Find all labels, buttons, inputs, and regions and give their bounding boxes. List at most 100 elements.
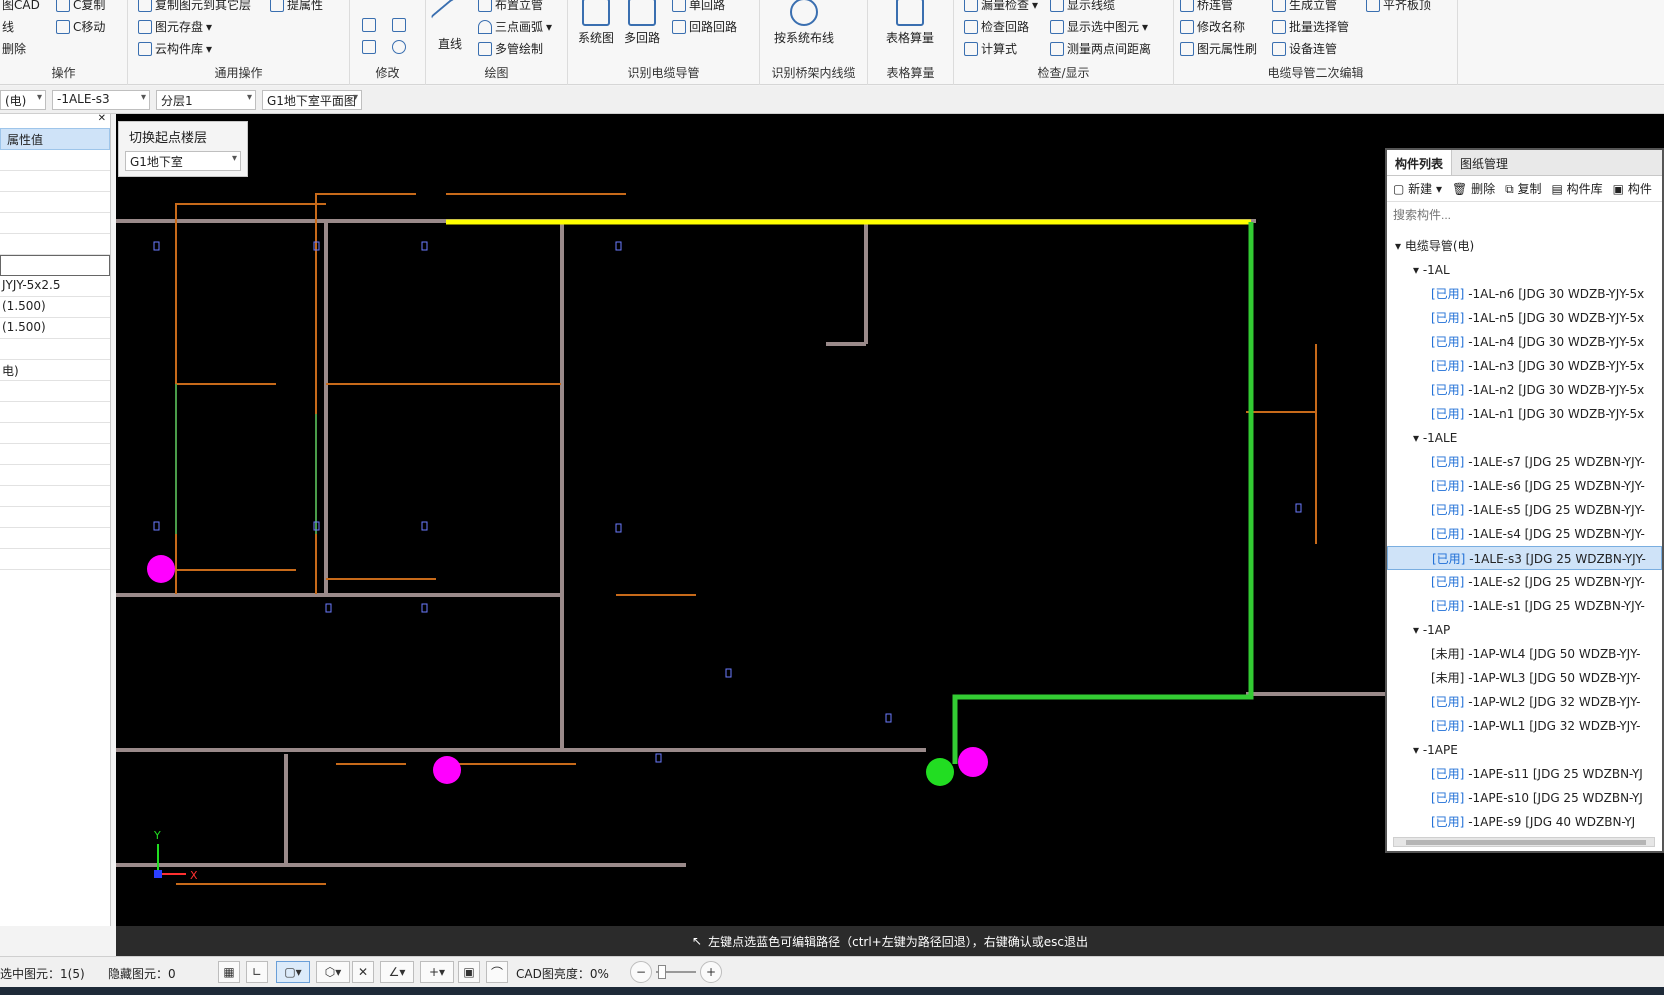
- tree-item[interactable]: [已用] -1AP-WL1 [JDG 32 WDZB-YJY-: [1387, 714, 1662, 738]
- magenta-node[interactable]: [958, 747, 988, 777]
- property-row[interactable]: [0, 444, 110, 465]
- single-circuit-button[interactable]: 单回路: [672, 0, 725, 13]
- copy-component-button[interactable]: ⧉ 复制: [1505, 180, 1541, 197]
- property-row[interactable]: [0, 507, 110, 528]
- property-row[interactable]: JYJY-5x2.5: [0, 276, 110, 297]
- component-library-button[interactable]: ▤ 构件库: [1552, 180, 1603, 197]
- tree-item[interactable]: [已用] -1APE-s10 [JDG 25 WDZBN-YJ: [1387, 786, 1662, 810]
- cloud-library-button[interactable]: 云构件库 ▾: [138, 40, 212, 57]
- device-symbol[interactable]: [421, 603, 428, 613]
- device-connect-button[interactable]: 设备连管: [1272, 40, 1337, 57]
- property-row[interactable]: [0, 150, 110, 171]
- conduit-path[interactable]: [175, 203, 326, 594]
- property-row[interactable]: [0, 234, 110, 255]
- scrollbar-thumb[interactable]: [1406, 840, 1646, 845]
- type-select[interactable]: (电): [0, 90, 46, 110]
- rename-button[interactable]: 修改名称: [1180, 18, 1245, 35]
- check-circuit-button[interactable]: 检查回路: [964, 18, 1029, 35]
- slider-thumb[interactable]: [658, 965, 666, 979]
- batch-select-pipe-button[interactable]: 批量选择管: [1272, 18, 1349, 35]
- delete-component-button[interactable]: 🗑 删除: [1452, 180, 1495, 197]
- property-row[interactable]: [0, 402, 110, 423]
- property-row[interactable]: [0, 255, 110, 276]
- move-tool-button[interactable]: [362, 18, 376, 32]
- property-row[interactable]: [0, 423, 110, 444]
- copy-button[interactable]: C复制: [56, 0, 105, 13]
- property-row[interactable]: [0, 528, 110, 549]
- brightness-slider[interactable]: [656, 965, 696, 979]
- device-symbol[interactable]: [153, 521, 160, 531]
- orange-conduits[interactable]: [175, 193, 1317, 885]
- select-mode-button[interactable]: ▢▾: [276, 961, 310, 983]
- formula-button[interactable]: 计算式: [964, 40, 1017, 57]
- property-row[interactable]: [0, 339, 110, 360]
- table-quantity-button[interactable]: 表格算量: [886, 0, 934, 46]
- multi-pipe-draw-button[interactable]: 多管绘制: [478, 40, 543, 57]
- show-selected-button[interactable]: 显示选中图元 ▾: [1050, 18, 1148, 35]
- drawing-select[interactable]: G1地下室平面图: [262, 90, 362, 110]
- rotate-tool-button[interactable]: [392, 40, 406, 54]
- trash-tool-button[interactable]: [362, 40, 376, 54]
- expand-arrow-icon[interactable]: ▾: [1413, 743, 1423, 757]
- system-routing-button[interactable]: 按系统布线: [774, 0, 834, 46]
- layer-select[interactable]: 分层1: [156, 90, 256, 110]
- move-button[interactable]: C移动: [56, 18, 105, 35]
- measure-distance-button[interactable]: 测量两点间距离: [1050, 40, 1151, 57]
- missing-check-button[interactable]: 漏量检查 ▾: [964, 0, 1038, 13]
- multi-circuit-button[interactable]: 多回路: [624, 0, 660, 46]
- tree-item[interactable]: [已用] -1ALE-s3 [JDG 25 WDZBN-YJY-: [1387, 546, 1662, 570]
- device-symbol[interactable]: [615, 241, 622, 251]
- ortho-button[interactable]: ∟: [246, 961, 268, 983]
- expand-arrow-icon[interactable]: ▾: [1395, 239, 1405, 253]
- tree-item[interactable]: [已用] -1AL-n4 [JDG 30 WDZB-YJY-5x: [1387, 330, 1662, 354]
- bridge-pipe-button[interactable]: 桥连管: [1180, 0, 1233, 13]
- expand-arrow-icon[interactable]: ▾: [1413, 263, 1423, 277]
- tree-item[interactable]: [未用] -1AP-WL3 [JDG 50 WDZB-YJY-: [1387, 666, 1662, 690]
- line-button[interactable]: 线: [2, 18, 14, 35]
- snap-grid-button[interactable]: ▦: [218, 961, 240, 983]
- zoom-out-button[interactable]: −: [630, 961, 652, 983]
- property-row[interactable]: [0, 213, 110, 234]
- tree-item[interactable]: [已用] -1ALE-s5 [JDG 25 WDZBN-YJY-: [1387, 498, 1662, 522]
- device-symbol[interactable]: [655, 753, 662, 763]
- tree-item[interactable]: [已用] -1AL-n2 [JDG 30 WDZB-YJY-5x: [1387, 378, 1662, 402]
- copy-to-layer-button[interactable]: 复制图元到其它层: [138, 0, 251, 13]
- save-element-button[interactable]: 图元存盘 ▾: [138, 18, 212, 35]
- component-select[interactable]: -1ALE-s3: [52, 90, 150, 110]
- tree-item[interactable]: [已用] -1ALE-s2 [JDG 25 WDZBN-YJY-: [1387, 570, 1662, 594]
- delete-button[interactable]: 删除: [2, 40, 26, 57]
- view-3d-button[interactable]: ⬡▾: [316, 961, 350, 983]
- tree-item[interactable]: ▾ -1AP: [1387, 618, 1662, 642]
- tree-item[interactable]: ▾ 电缆导管(电): [1387, 234, 1662, 258]
- property-row[interactable]: (1.500): [0, 297, 110, 318]
- magenta-node[interactable]: [147, 555, 175, 583]
- device-symbol[interactable]: [421, 521, 428, 531]
- device-symbol[interactable]: [325, 603, 332, 613]
- show-cable-button[interactable]: 显示线缆: [1050, 0, 1115, 13]
- device-symbol[interactable]: [153, 241, 160, 251]
- property-row[interactable]: [0, 381, 110, 402]
- property-brush-button[interactable]: 图元属性刷: [1180, 40, 1257, 57]
- tree-item[interactable]: [已用] -1AL-n5 [JDG 30 WDZB-YJY-5x: [1387, 306, 1662, 330]
- tree-item[interactable]: [已用] -1AL-n1 [JDG 30 WDZB-YJY-5x: [1387, 402, 1662, 426]
- green-node[interactable]: [926, 758, 954, 786]
- tree-item[interactable]: [已用] -1ALE-s4 [JDG 25 WDZBN-YJY-: [1387, 522, 1662, 546]
- tree-item[interactable]: [已用] -1APE-s9 [JDG 40 WDZBN-YJ: [1387, 810, 1662, 834]
- import-cad-button[interactable]: 图CAD: [2, 0, 40, 13]
- new-button[interactable]: ▢ 新建 ▾: [1393, 180, 1442, 197]
- property-row[interactable]: 电): [0, 360, 110, 381]
- tab-component-list[interactable]: 构件列表: [1387, 150, 1453, 175]
- circuit-circuit-button[interactable]: 回路回路: [672, 18, 737, 35]
- horizontal-scrollbar[interactable]: [1393, 837, 1655, 847]
- screen-button[interactable]: ▣: [458, 961, 480, 983]
- extract-property-button[interactable]: 提属性: [270, 0, 323, 13]
- device-symbol[interactable]: [885, 713, 892, 723]
- tree-item[interactable]: ▾ -1AL: [1387, 258, 1662, 282]
- three-point-arc-button[interactable]: 三点画弧 ▾: [478, 18, 552, 35]
- tree-item[interactable]: [已用] -1AL-n3 [JDG 30 WDZB-YJY-5x: [1387, 354, 1662, 378]
- property-row[interactable]: [0, 465, 110, 486]
- property-row[interactable]: (1.500): [0, 318, 110, 339]
- property-row[interactable]: [0, 486, 110, 507]
- close-icon[interactable]: ✕: [0, 114, 110, 124]
- pipe-network[interactable]: [116, 219, 1386, 867]
